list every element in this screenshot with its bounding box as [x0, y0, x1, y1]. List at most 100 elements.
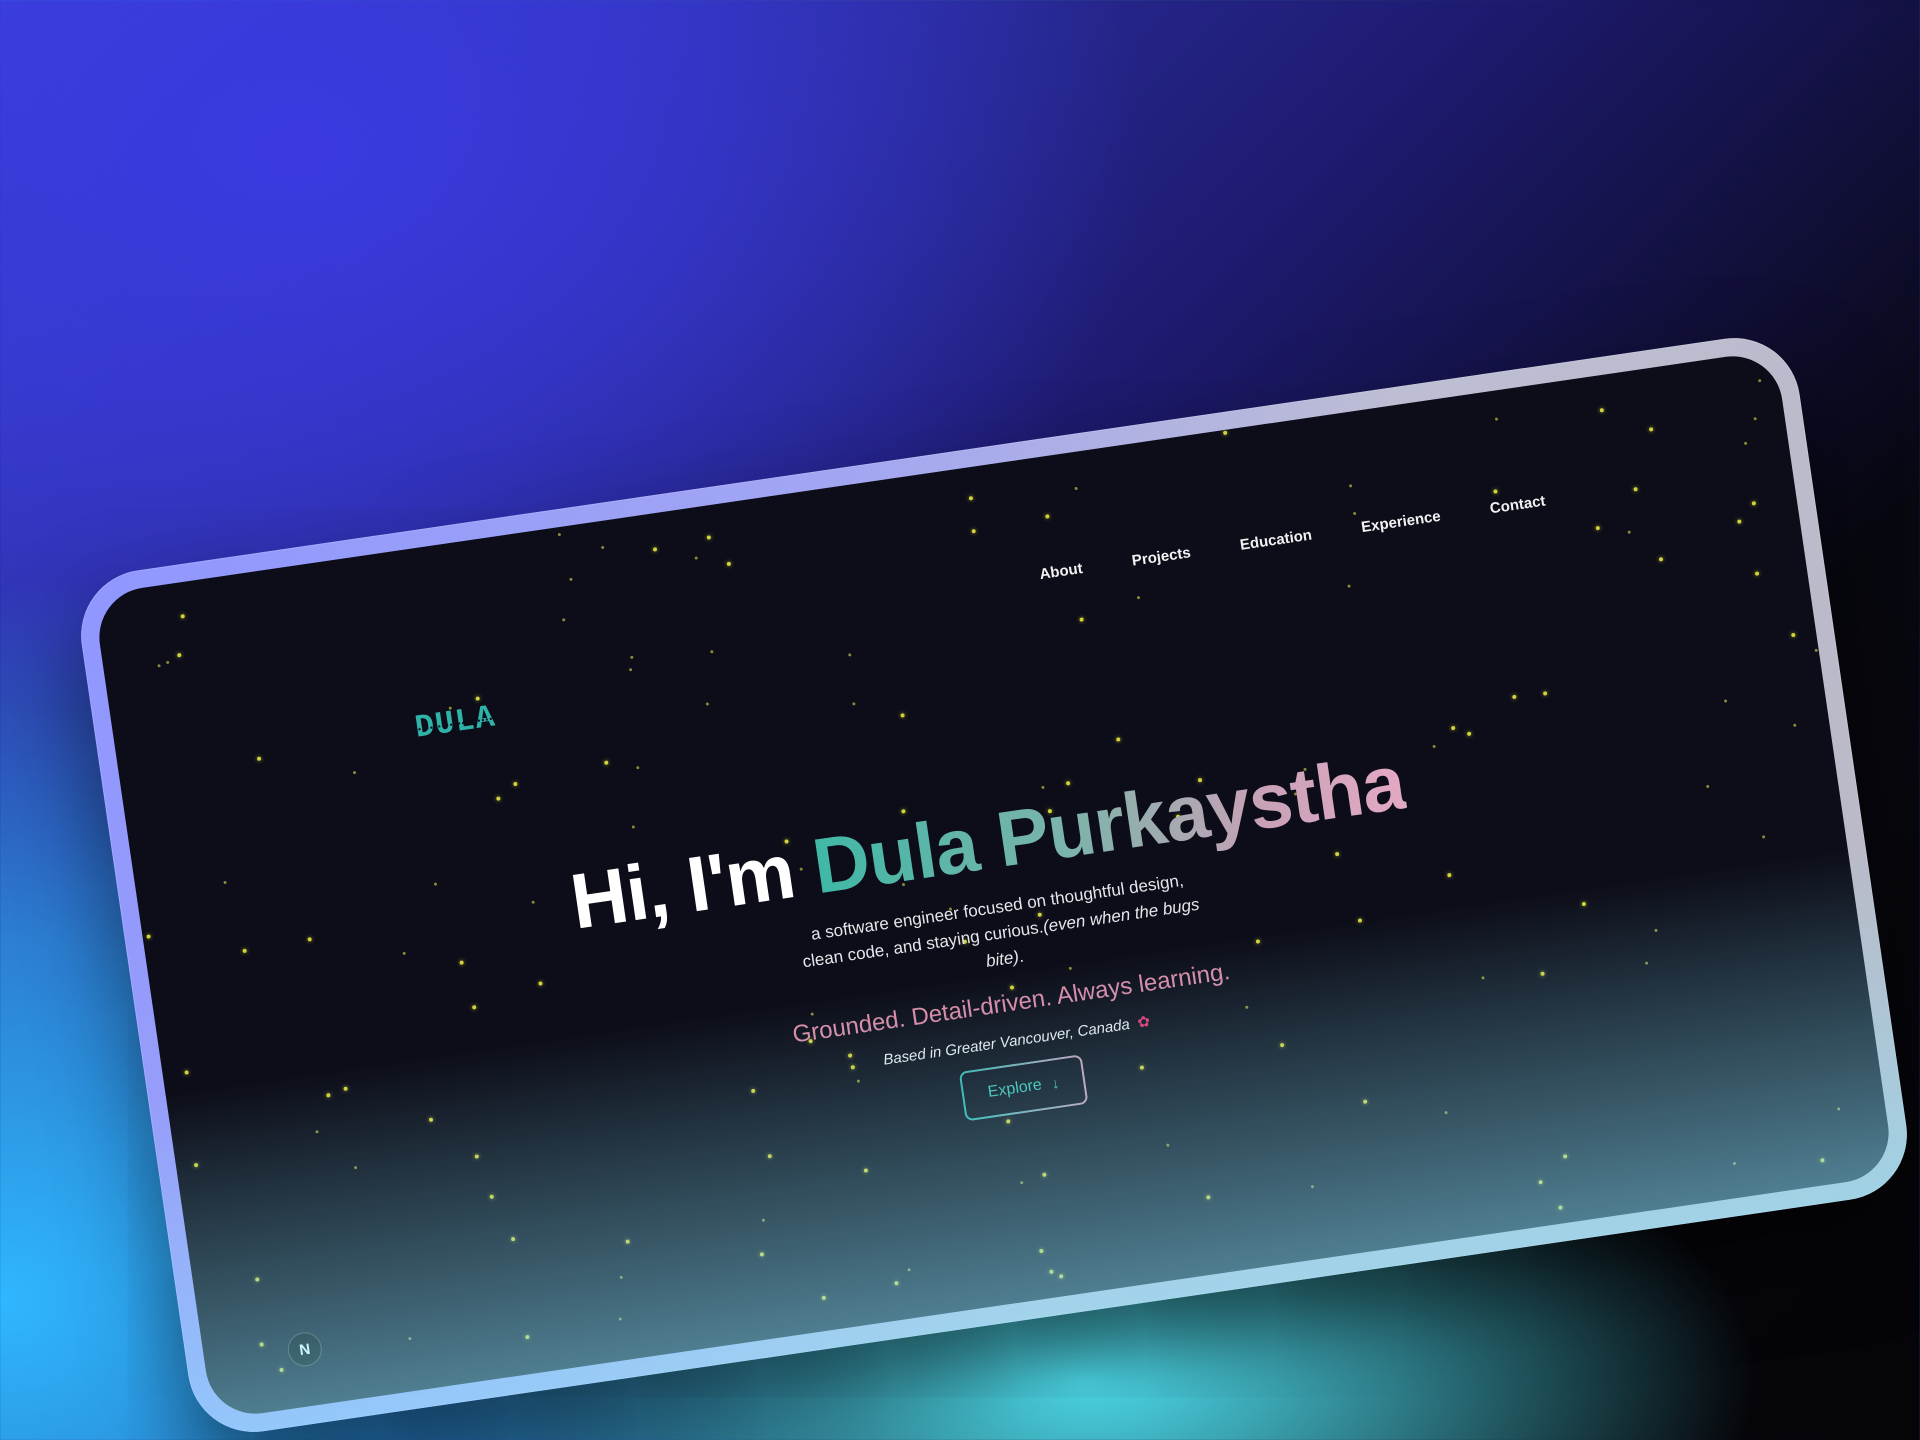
- star-dot: [1658, 556, 1664, 562]
- star-dot: [513, 781, 518, 787]
- star-dot: [1732, 1161, 1737, 1166]
- star-dot: [601, 545, 605, 549]
- explore-label: Explore: [986, 1076, 1043, 1101]
- star-dot: [1074, 486, 1078, 490]
- star-dot: [1222, 431, 1228, 436]
- nextjs-icon[interactable]: N: [285, 1330, 325, 1369]
- star-dot: [1538, 1179, 1543, 1185]
- star-dot: [256, 756, 262, 761]
- star-dot: [259, 1342, 265, 1347]
- star-dot: [1347, 584, 1352, 589]
- star-dot: [1814, 648, 1819, 653]
- star-dot: [1790, 632, 1796, 638]
- star-dot: [726, 561, 731, 566]
- star-dot: [1205, 1195, 1211, 1200]
- star-dot: [510, 1236, 515, 1242]
- nav-about[interactable]: About: [1038, 560, 1083, 583]
- explore-button[interactable]: Explore ↓: [958, 1054, 1089, 1122]
- star-dot: [1038, 1248, 1044, 1254]
- star-dot: [629, 655, 634, 659]
- star-dot: [1648, 427, 1654, 432]
- star-dot: [761, 1218, 765, 1222]
- star-dot: [557, 532, 561, 537]
- star-dot: [863, 1168, 868, 1173]
- star-dot: [1353, 511, 1357, 516]
- star-dot: [223, 881, 228, 885]
- star-dot: [1563, 1154, 1568, 1159]
- star-dot: [1362, 1099, 1368, 1104]
- star-dot: [705, 702, 709, 706]
- website-screen: DULA About Projects Education Experience…: [92, 349, 1896, 1421]
- star-dot: [821, 1295, 827, 1301]
- star-dot: [1757, 378, 1761, 382]
- star-dot: [1348, 484, 1353, 488]
- star-dot: [1044, 513, 1050, 519]
- star-dot: [1754, 571, 1760, 576]
- star-dot: [1558, 1205, 1563, 1211]
- star-dot: [1058, 1274, 1064, 1280]
- star-dot: [157, 664, 161, 668]
- star-dot: [1165, 1143, 1170, 1147]
- star-dot: [706, 535, 711, 540]
- nav-experience[interactable]: Experience: [1360, 508, 1442, 536]
- star-dot: [1744, 441, 1748, 446]
- star-dot: [852, 702, 856, 706]
- star-dot: [180, 613, 185, 619]
- star-dot: [968, 496, 974, 501]
- star-dot: [619, 1275, 623, 1279]
- star-dot: [254, 1277, 260, 1282]
- star-dot: [631, 825, 636, 829]
- star-dot: [279, 1367, 285, 1373]
- star-dot: [352, 770, 356, 775]
- star-dot: [176, 652, 182, 658]
- star-dot: [489, 1194, 494, 1200]
- star-dot: [759, 1252, 765, 1257]
- star-dot: [1494, 417, 1499, 422]
- star-dot: [1310, 1185, 1315, 1189]
- nav-projects[interactable]: Projects: [1131, 544, 1192, 569]
- star-dot: [407, 1337, 412, 1341]
- star-dot: [1079, 617, 1085, 622]
- star-dot: [1049, 1269, 1054, 1275]
- star-dot: [1019, 1180, 1024, 1185]
- top-navigation: About Projects Education Experience Cont…: [1038, 492, 1546, 583]
- star-dot: [900, 713, 905, 718]
- star-dot: [894, 1281, 900, 1286]
- star-dot: [524, 1335, 530, 1340]
- device-frame: DULA About Projects Education Experience…: [72, 329, 1916, 1440]
- star-dot: [1820, 1158, 1825, 1164]
- star-dot: [1116, 737, 1121, 742]
- nav-contact[interactable]: Contact: [1489, 492, 1547, 517]
- star-dot: [907, 1268, 911, 1272]
- star-dot: [710, 650, 714, 654]
- star-dot: [1542, 691, 1548, 696]
- star-dot: [1511, 694, 1517, 699]
- star-dot: [1753, 417, 1758, 421]
- star-dot: [971, 528, 976, 534]
- star-dot: [636, 765, 640, 769]
- maple-leaf-icon: ✿: [1136, 1012, 1152, 1032]
- star-dot: [1599, 407, 1605, 413]
- arrow-down-icon: ↓: [1050, 1074, 1061, 1093]
- star-dot: [1627, 530, 1631, 535]
- star-dot: [166, 661, 170, 665]
- nav-education[interactable]: Education: [1239, 527, 1313, 554]
- star-dot: [653, 546, 658, 552]
- star-dot: [848, 653, 852, 657]
- star-dot: [569, 577, 574, 582]
- star-dot: [767, 1153, 773, 1159]
- star-dot: [496, 796, 502, 801]
- hero-greeting: Hi, I'm: [565, 823, 821, 946]
- site-logo[interactable]: DULA: [413, 698, 498, 746]
- star-dot: [1444, 1110, 1449, 1115]
- star-dot: [1136, 596, 1141, 600]
- hero-section: Hi, I'm Dula Purkaystha a software engin…: [140, 674, 1868, 1235]
- star-dot: [694, 556, 698, 561]
- star-dot: [1751, 501, 1756, 506]
- star-dot: [561, 618, 565, 622]
- star-dot: [1006, 1119, 1011, 1124]
- star-dot: [618, 1317, 622, 1321]
- star-dot: [628, 668, 633, 672]
- star-dot: [1736, 519, 1742, 524]
- star-dot: [1041, 1172, 1047, 1178]
